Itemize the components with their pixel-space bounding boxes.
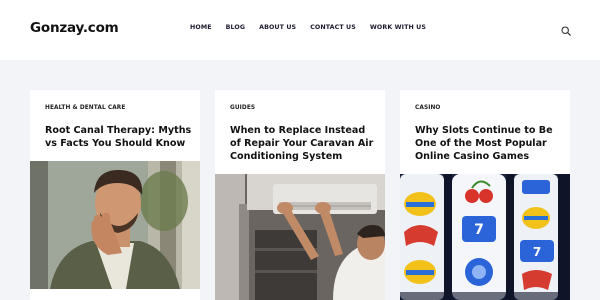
post-category[interactable]: HEALTH & DENTAL CARE (45, 105, 125, 111)
search-icon[interactable] (561, 26, 571, 36)
post-card[interactable]: GUIDES When to Replace Instead of Repair… (215, 90, 385, 300)
post-card[interactable]: CASINO Why Slots Continue to Be One of t… (400, 90, 570, 300)
main-nav: HOME BLOG ABOUT US CONTACT US WORK WITH … (190, 24, 440, 31)
svg-text:7: 7 (474, 222, 484, 238)
site-logo[interactable]: Gonzay.com (30, 20, 119, 36)
svg-text:7: 7 (533, 245, 541, 259)
post-card[interactable]: HEALTH & DENTAL CARE Root Canal Therapy:… (30, 90, 200, 300)
post-category[interactable]: GUIDES (230, 105, 255, 111)
post-title[interactable]: Root Canal Therapy: Myths vs Facts You S… (45, 124, 193, 150)
nav-item-about-us[interactable]: ABOUT US (259, 24, 296, 31)
post-category[interactable]: CASINO (415, 105, 440, 111)
nav-item-blog[interactable]: BLOG (226, 24, 246, 31)
nav-item-contact-us[interactable]: CONTACT US (310, 24, 356, 31)
nav-item-work-with-us[interactable]: WORK WITH US (370, 24, 426, 31)
post-image-technician-repairing-air-conditioner[interactable] (215, 174, 385, 300)
post-title[interactable]: Why Slots Continue to Be One of the Most… (415, 124, 563, 163)
nav-item-home[interactable]: HOME (190, 24, 212, 31)
post-title[interactable]: When to Replace Instead of Repair Your C… (230, 124, 378, 163)
site-header: Gonzay.com HOME BLOG ABOUT US CONTACT US… (0, 0, 600, 60)
post-image-man-with-toothache[interactable] (30, 161, 200, 289)
post-image-slot-machine-reels[interactable]: 7 7 (400, 174, 570, 300)
